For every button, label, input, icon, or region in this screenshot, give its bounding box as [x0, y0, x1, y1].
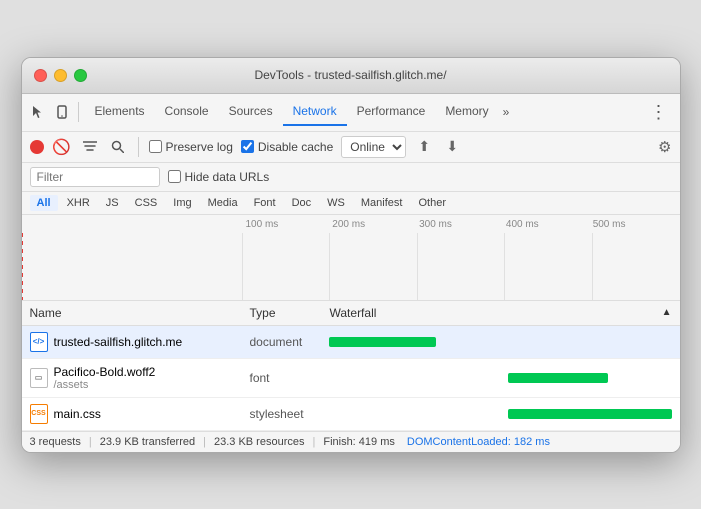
timeline-label-300ms: 300 ms: [419, 219, 506, 230]
status-bar: 3 requests | 23.9 KB transferred | 23.3 …: [22, 431, 680, 452]
preserve-log-label[interactable]: Preserve log: [149, 140, 233, 154]
type-btn-media[interactable]: Media: [201, 195, 245, 211]
tab-memory[interactable]: Memory: [435, 98, 498, 126]
filter-row: Hide data URLs: [22, 163, 680, 192]
dom-content-loaded: DOMContentLoaded: 182 ms: [407, 436, 550, 448]
mobile-icon[interactable]: [52, 102, 72, 122]
devtools-body: Elements Console Sources Network Perform…: [22, 94, 680, 452]
type-btn-xhr[interactable]: XHR: [60, 195, 97, 211]
tab-elements[interactable]: Elements: [85, 98, 155, 126]
traffic-lights: [34, 69, 87, 82]
row-type-3: stylesheet: [242, 401, 322, 427]
tab-network[interactable]: Network: [283, 98, 347, 126]
nav-tabs: Elements Console Sources Network Perform…: [85, 98, 514, 126]
header-waterfall[interactable]: Waterfall ▲: [322, 301, 680, 325]
sep-2: |: [203, 436, 206, 448]
filter-input[interactable]: [30, 167, 160, 187]
minimize-button[interactable]: [54, 69, 67, 82]
devtools-menu-button[interactable]: ⋮: [644, 98, 674, 127]
header-type[interactable]: Type: [242, 301, 322, 325]
cursor-icon[interactable]: [28, 102, 48, 122]
requests-count: 3 requests: [30, 436, 81, 448]
hide-data-urls-checkbox[interactable]: [168, 170, 181, 183]
row-name-2: ▭ Pacifico-Bold.woff2 /assets: [22, 359, 242, 397]
tab-console[interactable]: Console: [155, 98, 219, 126]
clear-button[interactable]: 🚫: [52, 137, 72, 157]
grid-col-1: [242, 233, 330, 300]
record-button[interactable]: [30, 140, 44, 154]
window-title: DevTools - trusted-sailfish.glitch.me/: [254, 68, 446, 82]
html-file-icon: </>: [30, 332, 48, 352]
search-icon[interactable]: [108, 137, 128, 157]
header-name[interactable]: Name: [22, 301, 242, 325]
type-btn-js[interactable]: JS: [99, 195, 126, 211]
toolbar-separator: [78, 102, 79, 122]
row-type-2: font: [242, 365, 322, 391]
filter-icon[interactable]: [80, 137, 100, 157]
top-toolbar: Elements Console Sources Network Perform…: [22, 94, 680, 132]
waterfall-bar-1: [329, 337, 436, 347]
timeline-label-100ms: 100 ms: [242, 219, 333, 230]
css-file-icon: CSS: [30, 404, 48, 424]
resources-size: 23.3 KB resources: [214, 436, 305, 448]
timeline-labels: 100 ms 200 ms 300 ms 400 ms 500 ms: [242, 219, 680, 230]
import-icon[interactable]: ⬆: [414, 137, 434, 157]
sep-1: |: [89, 436, 92, 448]
row-waterfall-3: [322, 399, 680, 429]
type-btn-img[interactable]: Img: [166, 195, 198, 211]
type-btn-font[interactable]: Font: [247, 195, 283, 211]
sort-arrow-icon: ▲: [662, 307, 672, 318]
type-btn-manifest[interactable]: Manifest: [354, 195, 410, 211]
network-toolbar: 🚫 Preserve log Disable cache Online ⬆ ⬇ …: [22, 132, 680, 163]
table-header: Name Type Waterfall ▲: [22, 301, 680, 326]
toolbar-separator-2: [138, 137, 139, 157]
row-name-stack-2: Pacifico-Bold.woff2 /assets: [54, 365, 156, 391]
red-marker-line: [22, 233, 23, 300]
row-name-3: CSS main.css: [22, 398, 242, 430]
row-type-1: document: [242, 329, 322, 355]
waterfall-bar-3: [508, 409, 673, 419]
settings-icon[interactable]: ⚙: [658, 138, 671, 156]
table-row[interactable]: </> trusted-sailfish.glitch.me document: [22, 326, 680, 359]
grid-col-5: [592, 233, 680, 300]
font-file-icon: ▭: [30, 368, 48, 388]
row-waterfall-2: [322, 363, 680, 393]
hide-data-urls-label[interactable]: Hide data URLs: [168, 170, 270, 184]
title-bar: DevTools - trusted-sailfish.glitch.me/: [22, 58, 680, 94]
row-name-1: </> trusted-sailfish.glitch.me: [22, 326, 242, 358]
timeline-grid: [242, 233, 680, 300]
throttle-select[interactable]: Online: [341, 136, 406, 158]
row-waterfall-1: [322, 327, 680, 357]
type-btn-all[interactable]: All: [30, 195, 58, 211]
devtools-window: DevTools - trusted-sailfish.glitch.me/ E…: [21, 57, 681, 453]
type-filter-bar: All XHR JS CSS Img Media Font Doc WS Man…: [22, 192, 680, 215]
table-row[interactable]: ▭ Pacifico-Bold.woff2 /assets font: [22, 359, 680, 398]
table-row[interactable]: CSS main.css stylesheet: [22, 398, 680, 431]
grid-col-2: [329, 233, 417, 300]
sep-3: |: [312, 436, 315, 448]
type-btn-doc[interactable]: Doc: [285, 195, 319, 211]
transferred-size: 23.9 KB transferred: [100, 436, 195, 448]
type-btn-css[interactable]: CSS: [128, 195, 165, 211]
close-button[interactable]: [34, 69, 47, 82]
timeline-label-400ms: 400 ms: [506, 219, 593, 230]
maximize-button[interactable]: [74, 69, 87, 82]
grid-col-4: [504, 233, 592, 300]
tab-performance[interactable]: Performance: [347, 98, 436, 126]
waterfall-timeline-area: 100 ms 200 ms 300 ms 400 ms 500 ms: [22, 215, 680, 301]
preserve-log-checkbox[interactable]: [149, 140, 162, 153]
more-tabs-button[interactable]: »: [499, 99, 514, 125]
tab-sources[interactable]: Sources: [219, 98, 283, 126]
network-table: </> trusted-sailfish.glitch.me document …: [22, 326, 680, 431]
type-btn-ws[interactable]: WS: [320, 195, 352, 211]
disable-cache-checkbox[interactable]: [241, 140, 254, 153]
export-icon[interactable]: ⬇: [442, 137, 462, 157]
type-btn-other[interactable]: Other: [411, 195, 453, 211]
grid-col-3: [417, 233, 505, 300]
timeline-label-500ms: 500 ms: [593, 219, 680, 230]
finish-time: Finish: 419 ms: [323, 436, 395, 448]
timeline-label-200ms: 200 ms: [332, 219, 419, 230]
waterfall-bar-2: [508, 373, 608, 383]
disable-cache-label[interactable]: Disable cache: [241, 140, 333, 154]
